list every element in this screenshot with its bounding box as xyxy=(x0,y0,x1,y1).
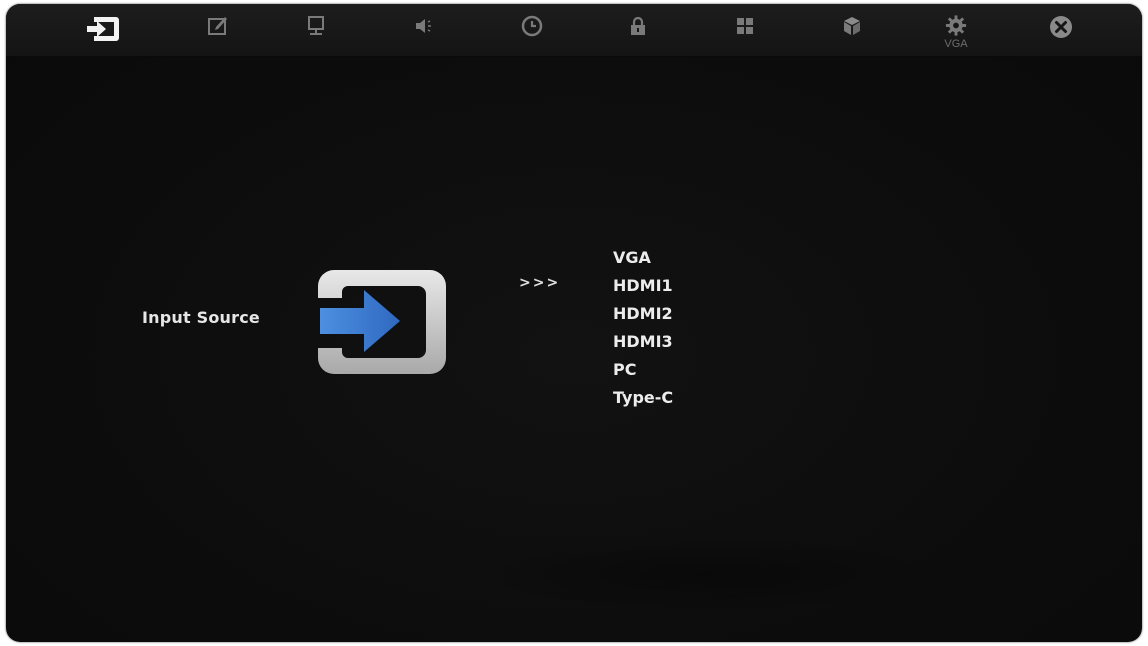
menu-time[interactable] xyxy=(512,14,552,50)
menu-apps[interactable] xyxy=(725,14,765,50)
clock-icon xyxy=(521,15,543,37)
close-icon xyxy=(1050,16,1072,38)
monitor-icon xyxy=(308,16,324,35)
input-source-icon xyxy=(87,17,119,41)
menu-input-source[interactable] xyxy=(83,14,123,50)
source-item-vga[interactable]: VGA xyxy=(613,244,673,272)
source-item-hdmi3[interactable]: HDMI3 xyxy=(613,328,673,356)
cube-icon xyxy=(844,17,860,35)
source-item-hdmi2[interactable]: HDMI2 xyxy=(613,300,673,328)
source-item-hdmi1[interactable]: HDMI1 xyxy=(613,272,673,300)
background-shade xyxy=(466,534,946,614)
menu-lock[interactable] xyxy=(618,14,658,50)
speaker-icon xyxy=(416,19,431,33)
input-source-large-icon xyxy=(318,270,446,374)
source-list: VGA HDMI1 HDMI2 HDMI3 PC Type-C xyxy=(613,244,673,412)
menu-settings[interactable]: VGA xyxy=(936,14,976,50)
edit-icon xyxy=(208,17,227,35)
menu-audio[interactable] xyxy=(404,14,444,50)
lock-icon xyxy=(631,16,645,35)
top-menu-bar: VGA xyxy=(6,4,1142,57)
osd-screen: VGA Input Source >>> VGA HDMI1 HDMI2 HDM… xyxy=(6,4,1142,642)
gear-icon xyxy=(945,15,967,36)
source-item-pc[interactable]: PC xyxy=(613,356,673,384)
selection-indicator: >>> xyxy=(519,275,561,291)
menu-edit[interactable] xyxy=(198,14,238,50)
source-item-type-c[interactable]: Type-C xyxy=(613,384,673,412)
settings-caption: VGA xyxy=(944,38,968,50)
input-source-label: Input Source xyxy=(142,308,260,327)
grid-icon xyxy=(737,18,753,34)
menu-3d[interactable] xyxy=(832,14,872,50)
menu-close[interactable] xyxy=(1041,14,1081,50)
menu-display[interactable] xyxy=(296,14,336,50)
